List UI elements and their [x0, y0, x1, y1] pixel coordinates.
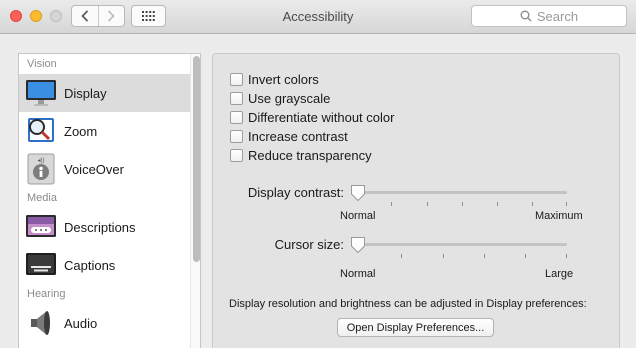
sidebar-item-label: Zoom [64, 123, 98, 139]
sidebar: Vision Display Zoom ◂)) VoiceOver Media … [18, 53, 201, 348]
slider-tick [532, 202, 533, 206]
sidebar-scrollbar[interactable] [190, 54, 200, 348]
sidebar-item-label: Audio [64, 315, 98, 331]
sidebar-item-label: Captions [64, 257, 116, 273]
display-contrast-label: Display contrast: [247, 185, 344, 200]
cursor-min-label: Normal [340, 268, 376, 280]
increase-contrast-checkbox[interactable]: Increase contrast [230, 128, 348, 144]
slider-tick [443, 254, 444, 258]
open-display-preferences-button[interactable]: Open Display Preferences... [337, 318, 494, 337]
cursor-size-label: Cursor size: [274, 237, 344, 252]
section-header-hearing: Hearing [27, 288, 66, 300]
speaker-icon [25, 307, 57, 339]
title-bar: Accessibility Search [0, 0, 636, 34]
display-prefs-note: Display resolution and brightness can be… [229, 298, 587, 310]
slider-tick [462, 202, 463, 206]
checkbox-label: Use grayscale [248, 90, 331, 106]
checkbox-box[interactable] [230, 72, 243, 86]
checkbox-label: Differentiate without color [248, 109, 395, 125]
search-icon [520, 10, 532, 22]
zoom-icon [25, 115, 57, 147]
slider-track[interactable] [354, 191, 567, 194]
checkbox-label: Reduce transparency [248, 147, 372, 163]
svg-text:◂)): ◂)) [37, 158, 44, 164]
descriptions-icon [25, 211, 57, 243]
slider-knob[interactable] [350, 184, 366, 202]
sidebar-item-zoom[interactable]: Zoom [19, 112, 190, 150]
reduce-transparency-checkbox[interactable]: Reduce transparency [230, 147, 372, 163]
checkbox-box[interactable] [230, 91, 243, 105]
sidebar-item-label: Descriptions [64, 219, 136, 235]
slider-tick [566, 254, 567, 258]
contrast-max-label: Maximum [535, 210, 583, 222]
checkbox-box[interactable] [230, 110, 243, 124]
sidebar-item-audio[interactable]: Audio [19, 304, 190, 342]
display-icon [25, 77, 57, 109]
sidebar-item-voiceover[interactable]: ◂)) VoiceOver [19, 150, 190, 188]
voiceover-icon: ◂)) [25, 153, 57, 185]
slider-knob[interactable] [350, 236, 366, 254]
slider-tick [525, 254, 526, 258]
sidebar-item-label: VoiceOver [64, 161, 124, 177]
differentiate-without-color-checkbox[interactable]: Differentiate without color [230, 109, 394, 125]
sidebar-item-descriptions[interactable]: Descriptions [19, 208, 190, 246]
search-field[interactable]: Search [471, 5, 627, 27]
contrast-min-label: Normal [340, 210, 376, 222]
cursor-max-label: Large [545, 268, 574, 280]
slider-track[interactable] [354, 243, 567, 246]
section-header-vision: Vision [27, 58, 57, 70]
slider-tick [391, 202, 392, 206]
checkbox-box[interactable] [230, 129, 243, 143]
captions-icon [25, 249, 57, 281]
invert-colors-checkbox[interactable]: Invert colors [230, 71, 319, 87]
slider-tick [497, 202, 498, 206]
section-header-media: Media [27, 192, 57, 204]
sidebar-item-captions[interactable]: Captions [19, 246, 190, 284]
checkbox-label: Invert colors [248, 71, 319, 87]
checkbox-box[interactable] [230, 148, 243, 162]
search-placeholder: Search [536, 8, 579, 24]
slider-tick [401, 254, 402, 258]
sidebar-item-label: Display [64, 85, 107, 101]
slider-tick [484, 254, 485, 258]
slider-tick [566, 202, 567, 206]
sidebar-item-display[interactable]: Display [19, 74, 190, 112]
checkbox-label: Increase contrast [248, 128, 348, 144]
scrollbar-thumb[interactable] [193, 56, 200, 262]
slider-tick [427, 202, 428, 206]
use-grayscale-checkbox[interactable]: Use grayscale [230, 90, 330, 106]
